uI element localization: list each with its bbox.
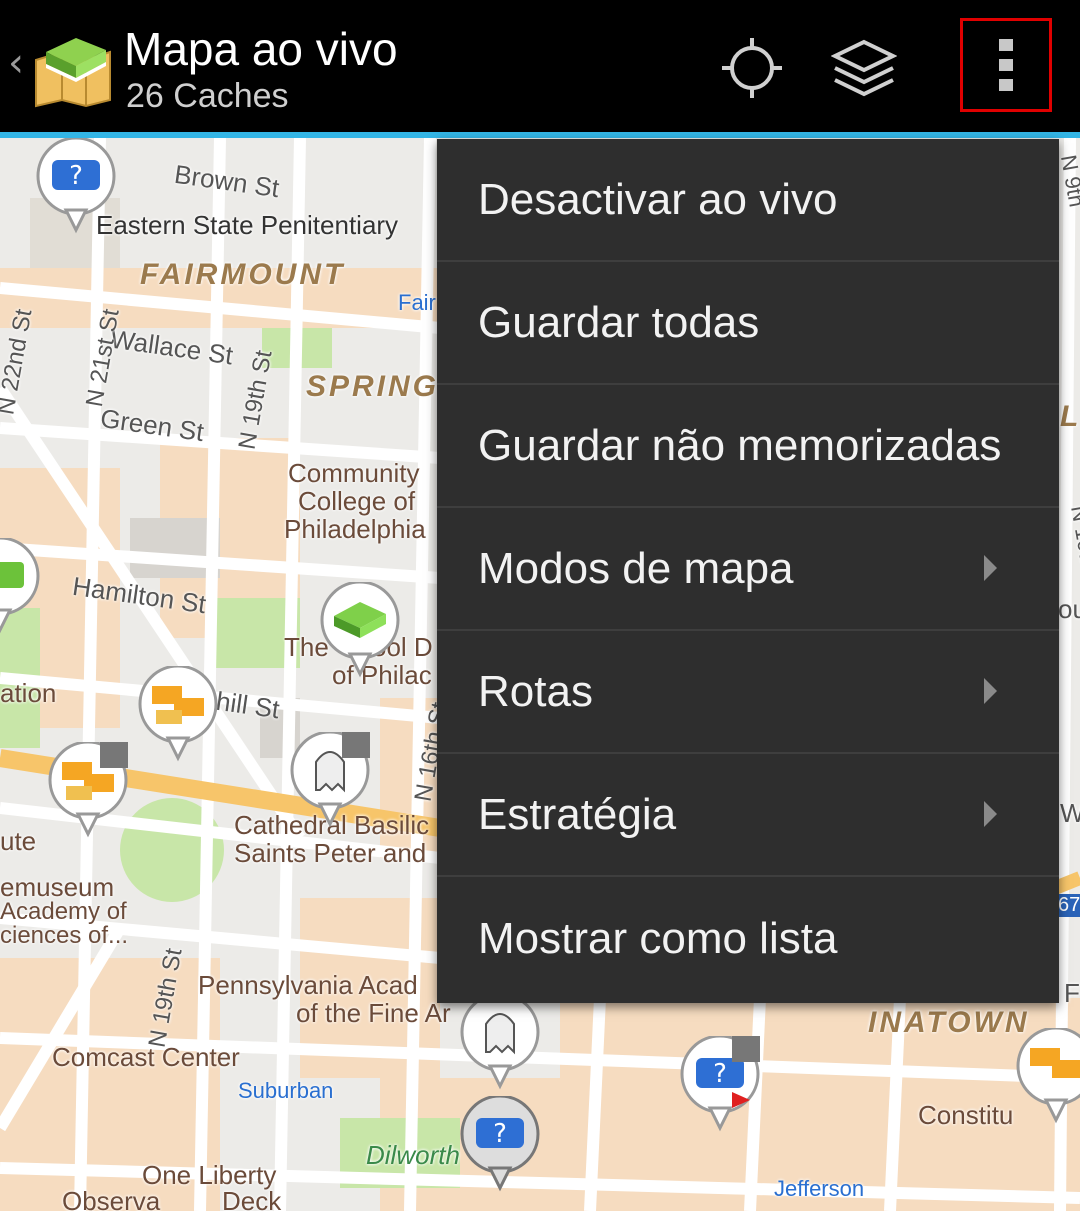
cache-marker-ghost-2[interactable]: [456, 994, 544, 1102]
svg-text:?: ?: [69, 161, 83, 191]
overflow-menu-icon: [999, 39, 1013, 91]
map-label-cathedral-2: Saints Peter and: [234, 838, 427, 868]
map-label-route-676: 676: [1056, 894, 1080, 917]
svg-text:?: ?: [713, 1059, 727, 1089]
map-label-community-1: Community: [288, 458, 420, 488]
overflow-menu: Desactivar ao vivo Guardar todas Guardar…: [437, 139, 1059, 1003]
map-label-ute: ute: [0, 826, 37, 856]
map-label-eastern-state: Eastern State Penitentiary: [96, 210, 399, 240]
map-label-community-3: Philadelphia: [284, 514, 426, 544]
menu-item-label: Guardar todas: [478, 297, 760, 347]
action-bar-divider: [0, 132, 1080, 138]
menu-item-mostrar-como-lista[interactable]: Mostrar como lista: [437, 877, 1059, 1000]
map-label-penn-2: of the Fine Ar: [296, 998, 451, 1028]
map-label-fairmount: FAIRMOUNT: [140, 258, 346, 291]
cache-marker-multi[interactable]: [134, 666, 222, 774]
cache-marker-mystery-saved[interactable]: ?: [676, 1036, 764, 1144]
app-map-icon[interactable]: [32, 26, 114, 108]
submenu-arrow-icon: [984, 800, 997, 827]
menu-item-label: Modos de mapa: [478, 543, 794, 593]
map-layers-icon: [831, 39, 897, 97]
map-label-fair: Fair: [398, 290, 436, 315]
map-label-comcast: Comcast Center: [52, 1042, 240, 1072]
menu-item-label: Desactivar ao vivo: [478, 174, 838, 224]
map-label-suburban: Suburban: [238, 1078, 334, 1103]
menu-item-modos-de-mapa[interactable]: Modos de mapa: [437, 508, 1059, 631]
map-label-observa: Observa: [62, 1186, 161, 1211]
map-label-l: L: [1060, 400, 1080, 433]
map-label-jefferson: Jefferson: [774, 1176, 865, 1201]
back-caret-icon[interactable]: ‹: [8, 40, 24, 86]
action-bar-title: Mapa ao vivo: [124, 23, 398, 75]
cache-marker-traditional-left[interactable]: [0, 538, 44, 646]
map-label-deck: Deck: [222, 1186, 282, 1211]
map-label-community-2: College of: [298, 486, 416, 516]
my-location-button[interactable]: [712, 28, 792, 108]
svg-text:?: ?: [493, 1119, 507, 1149]
cache-marker-mystery[interactable]: ?: [32, 138, 120, 246]
map-label-penn-1: Pennsylvania Acad: [198, 970, 418, 1000]
submenu-arrow-icon: [984, 554, 997, 581]
menu-item-label: Mostrar como lista: [478, 913, 838, 963]
submenu-arrow-icon: [984, 677, 997, 704]
map-layers-button[interactable]: [824, 28, 904, 108]
menu-item-guardar-nao-memorizadas[interactable]: Guardar não memorizadas: [437, 385, 1059, 508]
action-bar-subtitle: 26 Caches: [126, 77, 289, 115]
map-label-dilworth: Dilworth: [366, 1140, 460, 1170]
cache-marker-traditional[interactable]: [316, 582, 404, 690]
cache-marker-multi-saved[interactable]: [44, 742, 132, 850]
cache-marker-mystery-gray[interactable]: ?: [456, 1096, 544, 1204]
menu-item-estrategia[interactable]: Estratégia: [437, 754, 1059, 877]
map-label-academy-2: ciences of...: [0, 922, 129, 949]
map-label-ation: ation: [0, 678, 57, 708]
my-location-crosshair-icon: [722, 38, 782, 98]
overflow-menu-button[interactable]: [960, 18, 1052, 112]
menu-item-label: Guardar não memorizadas: [478, 420, 1002, 470]
map-label-ou: ou: [1058, 594, 1080, 624]
menu-item-rotas[interactable]: Rotas: [437, 631, 1059, 754]
map-label-chinatown: INATOWN: [868, 1006, 1030, 1039]
menu-item-guardar-todas[interactable]: Guardar todas: [437, 262, 1059, 385]
action-bar: ‹ Mapa ao vivo 26 Caches: [0, 0, 1080, 132]
menu-item-label: Rotas: [478, 666, 593, 716]
map-label-constitu: Constitu: [918, 1100, 1014, 1130]
map-label-f: F: [1064, 978, 1080, 1008]
menu-item-label: Estratégia: [478, 789, 677, 839]
cache-marker-ghost[interactable]: [286, 732, 374, 840]
cache-marker-multi-right[interactable]: [1012, 1028, 1080, 1136]
menu-item-desactivar-ao-vivo[interactable]: Desactivar ao vivo: [437, 139, 1059, 262]
map-label-w: W: [1060, 798, 1080, 828]
map-label-spring: SPRING: [306, 370, 440, 403]
